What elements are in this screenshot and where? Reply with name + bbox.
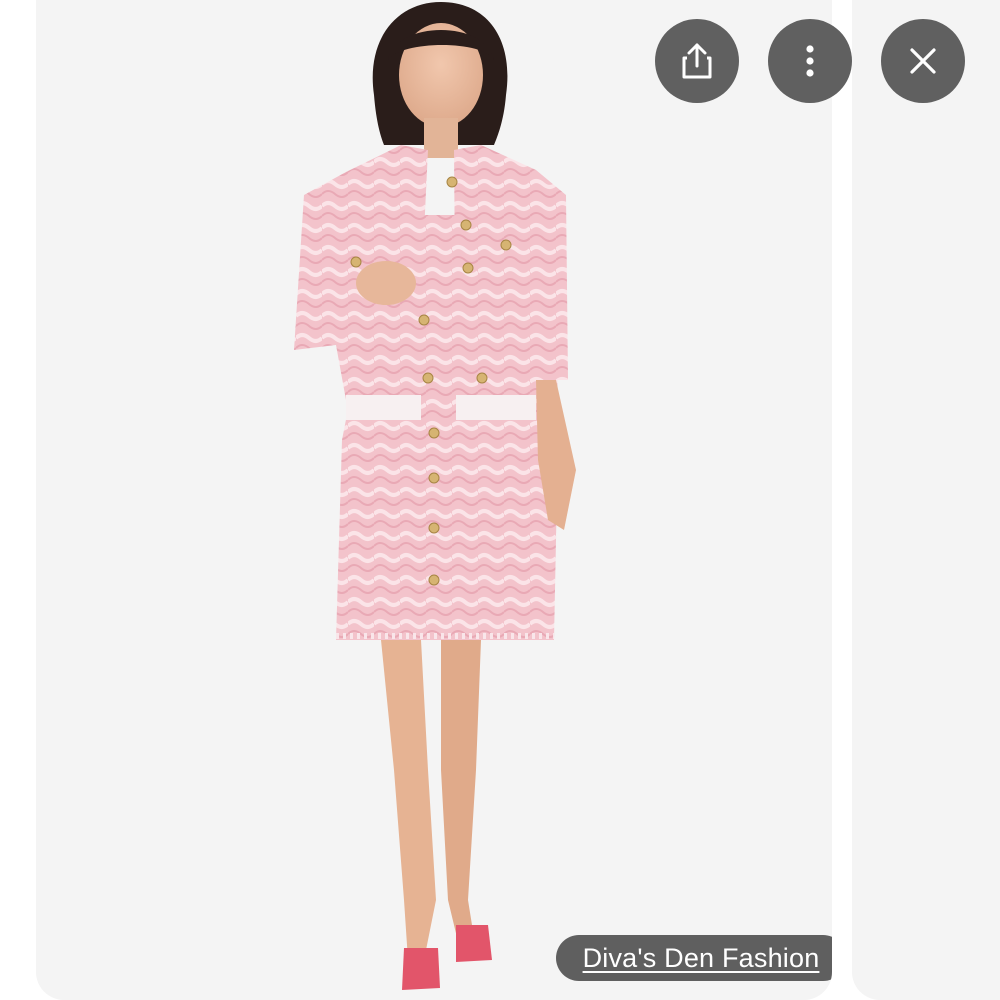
image-card[interactable]: Diva's Den Fashion	[36, 0, 832, 1000]
share-icon	[682, 43, 712, 79]
product-photo	[294, 2, 576, 990]
close-button[interactable]	[881, 19, 965, 103]
more-options-button[interactable]	[768, 19, 852, 103]
source-link[interactable]: Diva's Den Fashion	[556, 935, 832, 981]
more-vert-icon	[806, 45, 814, 77]
close-icon	[910, 48, 936, 74]
share-button[interactable]	[655, 19, 739, 103]
next-image-card[interactable]	[852, 0, 1000, 1000]
